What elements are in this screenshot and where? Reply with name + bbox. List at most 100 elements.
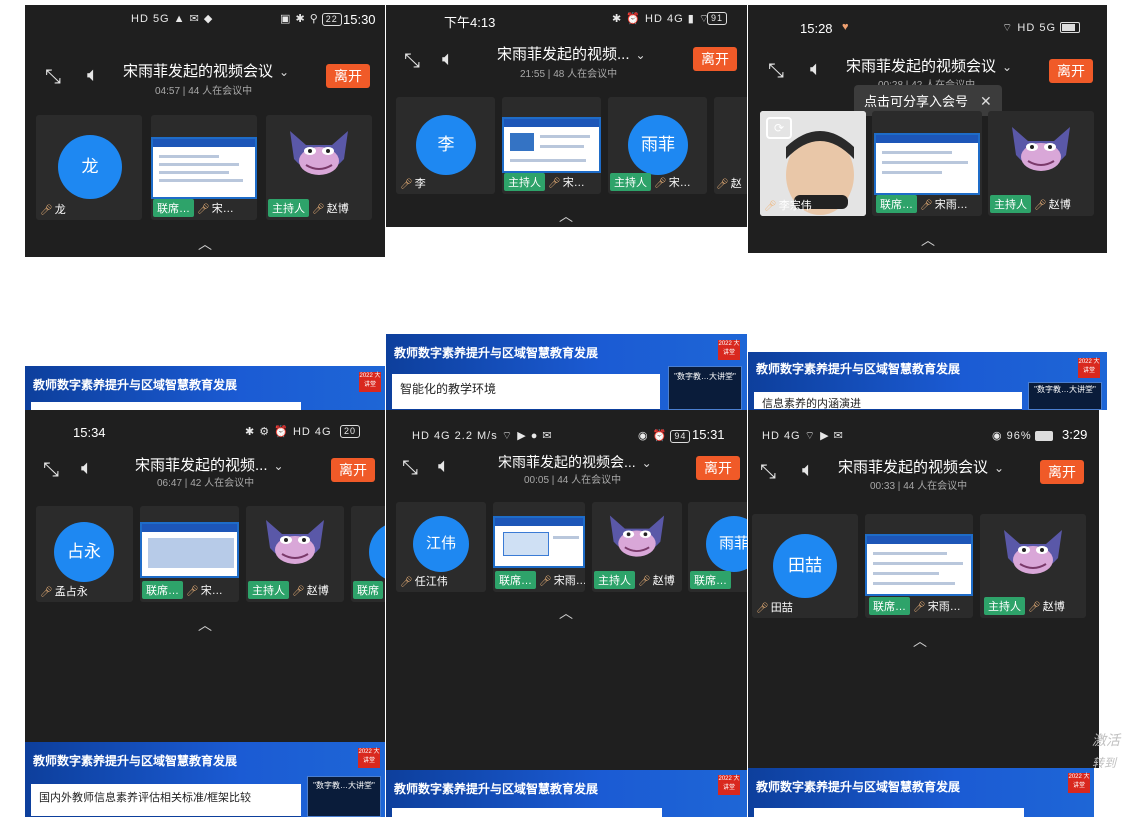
participant-name: 联席… [690, 571, 734, 589]
collapse-caret-icon[interactable]: ︿ [554, 606, 578, 620]
status-bar: HD 4G 2.2 M/s ⌔ ▶ ● ✉ ◉ ⏰ 94 15:31 [386, 422, 747, 450]
participant-tile-shared-screen[interactable]: 联席… 🎤︎ 宋雨… [872, 111, 982, 216]
participant-tile-host[interactable]: 主持人 🎤︎ 赵博 [980, 514, 1086, 618]
participant-tile-shared-screen[interactable]: 联席… 🎤︎ 宋雨… [865, 514, 973, 618]
status-time: 15:28 [800, 21, 833, 36]
activation-watermark-line1: 激活 [1092, 732, 1120, 748]
lecture-badge: 2022 大讲堂 [718, 775, 740, 795]
participant-tile-camera[interactable]: ⟳ 🎤︎ 李宗伟 [760, 111, 866, 216]
cartoon-cat-avatar-icon [609, 515, 665, 557]
shared-slide-thumbnail [874, 133, 980, 195]
name-text: 宋… [200, 585, 223, 597]
shrink-icon[interactable]: ⤡ [41, 65, 65, 89]
host-tag: 主持人 [984, 597, 1025, 615]
close-icon[interactable]: ✕ [980, 93, 992, 109]
participant-tile-host[interactable]: 主持人 🎤︎ 赵博 [246, 506, 344, 602]
leave-button[interactable]: 离开 [696, 456, 740, 480]
participant-count: 42 人在会议中 [190, 478, 255, 489]
name-text: 宋… [668, 177, 691, 189]
lecture-badge: 2022 大讲堂 [718, 340, 740, 360]
participant-tile-shared-screen[interactable]: 联席… 🎤︎ 宋… [140, 506, 239, 602]
meeting-title[interactable]: 宋雨菲发起的视频会... ⌄ [498, 452, 652, 472]
status-bar: HD 4G ⌔ ▶ ✉ ◉ 96% 3:29 [748, 422, 1099, 450]
collapse-caret-icon[interactable]: ︿ [916, 233, 940, 247]
tooltip-text: 点击可分享入会号 [864, 94, 969, 109]
speaker-icon[interactable]: 🔈︎ [436, 47, 460, 71]
battery-percent: 96% [1006, 430, 1032, 442]
battery-wrap: 20 [337, 425, 361, 438]
speaker-icon[interactable]: 🔈︎ [796, 458, 820, 482]
duration: 21:55 [520, 69, 546, 80]
shrink-icon[interactable]: ⤡ [400, 49, 424, 73]
collapse-caret-icon[interactable]: ︿ [554, 209, 578, 223]
slide-title: 教师数字素养提升与区域智慧教育发展 [33, 378, 238, 392]
meeting-panel-5: HD 4G 2.2 M/s ⌔ ▶ ● ✉ ◉ ⏰ 94 15:31 ⤡ 🔈︎ 宋… [386, 410, 747, 770]
leave-button[interactable]: 离开 [331, 458, 375, 482]
speaker-icon[interactable]: 🔈︎ [75, 456, 99, 480]
slide-body-edge [392, 808, 662, 817]
participant-name: 联席 [353, 581, 385, 599]
collapse-caret-icon[interactable]: ︿ [193, 618, 217, 632]
meeting-title[interactable]: 宋雨菲发起的视频会议 ⌄ [838, 456, 1004, 477]
participant-tile[interactable]: 占永 🎤︎ 孟占永 [36, 506, 133, 602]
participant-tile-shared-screen[interactable]: 联席… 🎤︎ 宋雨… [493, 502, 585, 592]
leave-button[interactable]: 离开 [1040, 460, 1084, 484]
battery-icon: 94 [670, 430, 691, 443]
meeting-title[interactable]: 宋雨菲发起的视频会议 ⌄ [123, 60, 289, 81]
cartoon-cat-avatar-icon [290, 131, 348, 175]
participant-tile-shared-screen[interactable]: 联席… 🎤︎ 宋… [151, 115, 257, 220]
shrink-icon[interactable]: ⤡ [398, 456, 422, 480]
participant-tile[interactable]: 龙 🎤︎ 龙 [36, 115, 142, 220]
participant-tile[interactable]: 雨菲 联席… [688, 502, 747, 592]
leave-button[interactable]: 离开 [1049, 59, 1093, 83]
participant-tile-host[interactable]: 主持人 🎤︎ 赵博 [266, 115, 372, 220]
slide-line [540, 135, 590, 138]
participant-tile[interactable]: 田喆 🎤︎ 田喆 [752, 514, 858, 618]
host-tag: 主持人 [610, 173, 651, 191]
slide-content: 智能化的教学环境 [392, 374, 660, 410]
name-text: 宋雨… [934, 199, 968, 211]
collapse-caret-icon[interactable]: ︿ [908, 634, 932, 648]
status-time: 15:30 [343, 12, 376, 27]
participant-name: 联席… 🎤︎ 宋… [153, 199, 234, 217]
meeting-panel-1: HD 5G ▲ ✉ ◆ ▣ ✱ ⚲ 22 15:30 ⤡ 🔈︎ 宋雨菲发起的视频会… [25, 5, 385, 257]
shrink-icon[interactable]: ⤡ [39, 458, 63, 482]
name-text: 孟占永 [54, 586, 88, 598]
shrink-icon[interactable]: ⤡ [764, 59, 788, 83]
name-text: 龙 [54, 204, 66, 216]
seat-tag: 联席… [153, 199, 194, 217]
participant-tile[interactable]: 🎤︎ 赵 [714, 97, 747, 194]
name-text: 宋雨… [927, 601, 961, 613]
slide-body-edge [31, 402, 301, 410]
cartoon-cat-avatar-icon [1004, 530, 1062, 574]
participant-tile[interactable]: 雨菲 主持人 🎤︎ 宋… [608, 97, 707, 194]
participant-tile[interactable]: 李 🎤︎ 李 [396, 97, 495, 194]
speaker-video: "数字教…大讲堂" [307, 776, 381, 817]
participant-tile-host[interactable]: 主持人 🎤︎ 赵博 [592, 502, 682, 592]
slide-content: 信息素养的内涵演进 [754, 392, 1022, 410]
collapse-caret-icon[interactable]: ︿ [193, 237, 217, 251]
meeting-title[interactable]: 宋雨菲发起的视频... ⌄ [497, 43, 646, 64]
participant-tile[interactable]: 联席 [351, 506, 385, 602]
leave-button[interactable]: 离开 [326, 64, 370, 88]
speaker-icon[interactable]: 🔈︎ [432, 454, 456, 478]
shrink-icon[interactable]: ⤡ [756, 460, 780, 484]
participant-name: 联席… 🎤︎ 宋雨… [495, 571, 585, 589]
speaker-icon[interactable]: 🔈︎ [81, 63, 105, 87]
participant-tile[interactable]: 江伟 🎤︎ 任江伟 [396, 502, 486, 592]
host-tag: 主持人 [594, 571, 635, 589]
participant-tile-shared-screen[interactable]: 主持人 🎤︎ 宋… [502, 97, 601, 194]
leave-button[interactable]: 离开 [693, 47, 737, 71]
shared-slide-thumbnail [151, 137, 257, 199]
meeting-title[interactable]: 宋雨菲发起的视频会议 ⌄ [846, 55, 1012, 76]
meeting-panel-2: 下午4:13 ✱ ⏰ HD 4G ▮ ⌔ 91 ⤡ 🔈︎ 宋雨菲发起的视频...… [386, 5, 747, 227]
slide-header-bar [876, 135, 978, 143]
speaker-icon[interactable]: 🔈︎ [804, 57, 828, 81]
name-text: 田喆 [770, 602, 793, 614]
status-time: 15:34 [73, 425, 106, 440]
participant-tile-host[interactable]: 主持人 🎤︎ 赵博 [988, 111, 1094, 216]
participant-name: 联席… 🎤︎ 宋雨… [869, 597, 961, 615]
camera-switch-icon[interactable]: ⟳ [766, 117, 792, 139]
meeting-title[interactable]: 宋雨菲发起的视频... ⌄ [135, 454, 284, 475]
name-text: 宋… [562, 177, 585, 189]
